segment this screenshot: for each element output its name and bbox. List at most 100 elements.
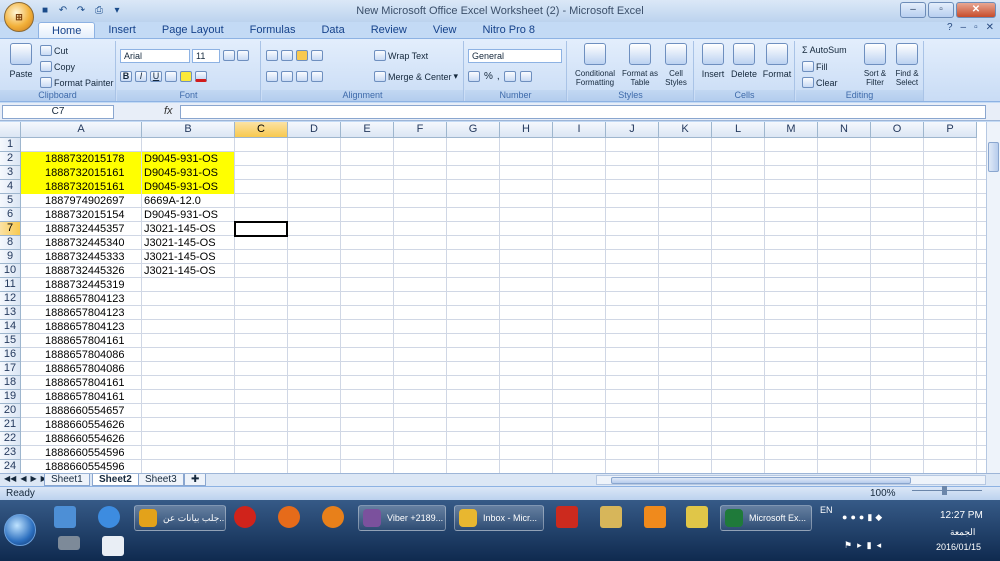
column-header-a[interactable]: A <box>21 122 142 138</box>
font-color-icon[interactable] <box>195 71 207 82</box>
cell-a13[interactable]: 1888657804123 <box>21 306 141 320</box>
cell-a14[interactable]: 1888657804123 <box>21 320 141 334</box>
ribbon-minimize-icon[interactable]: – <box>961 22 967 33</box>
cell-b1[interactable] <box>142 138 234 152</box>
row-header[interactable]: 20 <box>0 404 21 418</box>
column-header-h[interactable]: H <box>500 122 553 138</box>
orientation-icon[interactable] <box>311 50 323 61</box>
cell-a16[interactable]: 1888657804086 <box>21 348 141 362</box>
language-indicator[interactable]: EN <box>820 505 833 515</box>
column-header-o[interactable]: O <box>871 122 924 138</box>
cell-b16[interactable] <box>142 348 234 362</box>
align-center-icon[interactable] <box>281 71 293 82</box>
firefox-icon[interactable] <box>322 506 344 528</box>
opera-icon[interactable] <box>234 506 256 528</box>
column-header-g[interactable]: G <box>447 122 500 138</box>
grow-font-icon[interactable] <box>223 50 235 61</box>
row-header[interactable]: 3 <box>0 166 21 180</box>
tab-page-layout[interactable]: Page Layout <box>149 22 237 38</box>
format-as-table-button[interactable]: Format as Table <box>622 43 658 87</box>
merge-center-button[interactable]: Merge & Center ▾ <box>374 71 458 82</box>
column-header-m[interactable]: M <box>765 122 818 138</box>
cell-b20[interactable] <box>142 404 234 418</box>
column-header-l[interactable]: L <box>712 122 765 138</box>
increase-decimal-icon[interactable] <box>503 71 516 82</box>
download-icon[interactable] <box>556 506 578 528</box>
row-header[interactable]: 16 <box>0 348 21 362</box>
zoom-slider[interactable] <box>912 486 982 496</box>
cell-a6[interactable]: 1888732015154 <box>21 208 141 222</box>
align-middle-icon[interactable] <box>281 50 293 61</box>
network-icon[interactable]: ◆ <box>875 512 885 522</box>
row-header[interactable]: 2 <box>0 152 21 166</box>
cell-a5[interactable]: 1887974902697 <box>21 194 141 208</box>
cell-a2[interactable]: 1888732015178 <box>21 152 141 166</box>
help-icon[interactable]: ? <box>947 22 953 33</box>
first-sheet-icon[interactable]: ◀◀ <box>4 474 16 483</box>
cell-b13[interactable] <box>142 306 234 320</box>
insert-sheet-icon[interactable]: ✚ <box>184 474 207 486</box>
cell-b17[interactable] <box>142 362 234 376</box>
clear-button[interactable]: Clear <box>802 77 838 88</box>
underline-icon[interactable]: U <box>150 71 162 82</box>
cell-a8[interactable]: 1888732445340 <box>21 236 141 250</box>
column-header-p[interactable]: P <box>924 122 977 138</box>
align-bottom-icon[interactable] <box>296 50 308 61</box>
column-header-j[interactable]: J <box>606 122 659 138</box>
format-cells-button[interactable]: Format <box>761 43 793 79</box>
column-header-i[interactable]: I <box>553 122 606 138</box>
cell-b15[interactable] <box>142 334 234 348</box>
horizontal-scroll-thumb[interactable] <box>611 477 911 484</box>
taskbar-item-outlook[interactable]: Inbox - Micr... <box>454 505 544 531</box>
cell-a24[interactable]: 1888660554596 <box>21 460 141 473</box>
minimize-button[interactable]: – <box>900 2 926 18</box>
clock-time[interactable]: 12:27 PM <box>940 510 983 521</box>
cell-a20[interactable]: 1888660554657 <box>21 404 141 418</box>
row-header[interactable]: 9 <box>0 250 21 264</box>
scanner-icon[interactable] <box>58 536 80 550</box>
align-left-icon[interactable] <box>266 71 278 82</box>
cell-a23[interactable]: 1888660554596 <box>21 446 141 460</box>
cell-styles-button[interactable]: Cell Styles <box>660 43 692 87</box>
cell-b12[interactable] <box>142 292 234 306</box>
bold-icon[interactable]: B <box>120 71 132 82</box>
row-header[interactable]: 21 <box>0 418 21 432</box>
cell-b3[interactable]: D9045-931-OS <box>142 166 234 180</box>
copy-button[interactable]: Copy <box>40 61 75 72</box>
cell-b14[interactable] <box>142 320 234 334</box>
worksheet-grid[interactable]: A B C D E F G H I J K L M N O P 1 2 1888732015178 D9045-931… <box>0 122 986 473</box>
font-size-combo[interactable]: 11 <box>192 49 220 63</box>
zoom-knob[interactable] <box>942 486 947 495</box>
cell-b4[interactable]: D9045-931-OS <box>142 180 234 194</box>
close-button[interactable]: ✕ <box>956 2 996 18</box>
comma-icon[interactable]: , <box>497 71 500 82</box>
cell-a22[interactable]: 1888660554626 <box>21 432 141 446</box>
cell-b22[interactable] <box>142 432 234 446</box>
cell-a4[interactable]: 1888732015161 <box>21 180 141 194</box>
align-right-icon[interactable] <box>296 71 308 82</box>
find-select-button[interactable]: Find & Select <box>892 43 922 87</box>
row-header[interactable]: 1 <box>0 138 21 152</box>
percent-icon[interactable]: % <box>484 71 493 82</box>
row-header[interactable]: 18 <box>0 376 21 390</box>
ie-icon[interactable] <box>98 506 120 528</box>
cell-b9[interactable]: J3021-145-OS <box>142 250 234 264</box>
tab-formulas[interactable]: Formulas <box>237 22 309 38</box>
active-cell-c7[interactable] <box>234 221 288 237</box>
row-header[interactable]: 15 <box>0 334 21 348</box>
format-painter-button[interactable]: Format Painter <box>40 77 114 88</box>
insert-function-icon[interactable]: fx <box>164 105 173 117</box>
name-box[interactable]: C7 <box>2 105 114 119</box>
fill-button[interactable]: Fill <box>802 61 828 72</box>
decrease-decimal-icon[interactable] <box>519 71 532 82</box>
cell-a11[interactable]: 1888732445319 <box>21 278 141 292</box>
cell-a18[interactable]: 1888657804161 <box>21 376 141 390</box>
cell-a21[interactable]: 1888660554626 <box>21 418 141 432</box>
row-header[interactable]: 22 <box>0 432 21 446</box>
calendar-icon[interactable] <box>102 536 124 556</box>
cell-b24[interactable] <box>142 460 234 473</box>
cell-b8[interactable]: J3021-145-OS <box>142 236 234 250</box>
taskbar-item-chrome[interactable]: جلب بيانات عن... <box>134 505 226 531</box>
column-header-n[interactable]: N <box>818 122 871 138</box>
prev-sheet-icon[interactable]: ◀ <box>20 474 26 483</box>
